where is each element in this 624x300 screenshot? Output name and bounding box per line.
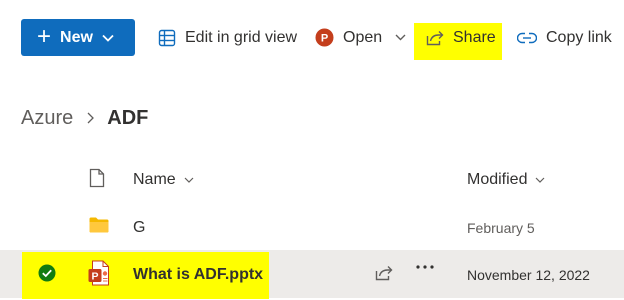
document-icon <box>89 168 105 193</box>
open-label: Open <box>343 28 383 46</box>
breadcrumb-current: ADF <box>107 106 149 129</box>
svg-text:P: P <box>321 33 328 45</box>
link-icon <box>517 32 537 44</box>
edit-grid-view-label: Edit in grid view <box>185 28 298 46</box>
modified-date: November 12, 2022 <box>467 267 590 283</box>
file-type-column-header[interactable] <box>89 168 105 192</box>
file-name[interactable]: G <box>133 217 145 239</box>
grid-icon <box>158 29 176 47</box>
powerpoint-file-icon: P <box>88 260 110 286</box>
share-button[interactable]: Share <box>426 19 496 56</box>
copy-link-label: Copy link <box>546 28 612 46</box>
name-column-label: Name <box>133 171 176 188</box>
table-row[interactable]: G February 5 <box>0 205 624 250</box>
powerpoint-icon: P <box>315 28 334 47</box>
open-button[interactable]: P Open <box>315 19 406 56</box>
new-button[interactable]: + New <box>21 19 135 56</box>
new-button-label: New <box>60 28 93 46</box>
more-options-icon[interactable] <box>416 265 434 269</box>
chevron-down-icon <box>184 177 194 183</box>
chevron-down-icon <box>102 34 114 42</box>
copy-link-button[interactable]: Copy link <box>517 19 612 56</box>
share-icon <box>426 30 444 46</box>
file-name[interactable]: What is ADF.pptx <box>133 264 263 286</box>
chevron-down-icon <box>395 34 406 41</box>
edit-grid-view-button[interactable]: Edit in grid view <box>158 19 297 56</box>
folder-icon <box>89 217 109 233</box>
chevron-right-icon <box>87 112 95 124</box>
plus-icon: + <box>37 22 52 50</box>
breadcrumb-item-azure[interactable]: Azure <box>21 107 73 130</box>
modified-column-label: Modified <box>467 171 528 188</box>
command-bar: + New Edit in grid view P Open Share Cop… <box>0 0 624 76</box>
share-icon[interactable] <box>375 265 393 281</box>
svg-text:P: P <box>91 271 98 283</box>
name-column-header[interactable]: Name <box>133 166 194 194</box>
checkmark-circle-icon[interactable] <box>37 263 57 283</box>
breadcrumb: Azure ADF <box>21 104 148 132</box>
modified-column-header[interactable]: Modified <box>467 166 545 194</box>
share-label: Share <box>453 28 496 46</box>
chevron-down-icon <box>535 177 545 183</box>
modified-date: February 5 <box>467 220 535 236</box>
